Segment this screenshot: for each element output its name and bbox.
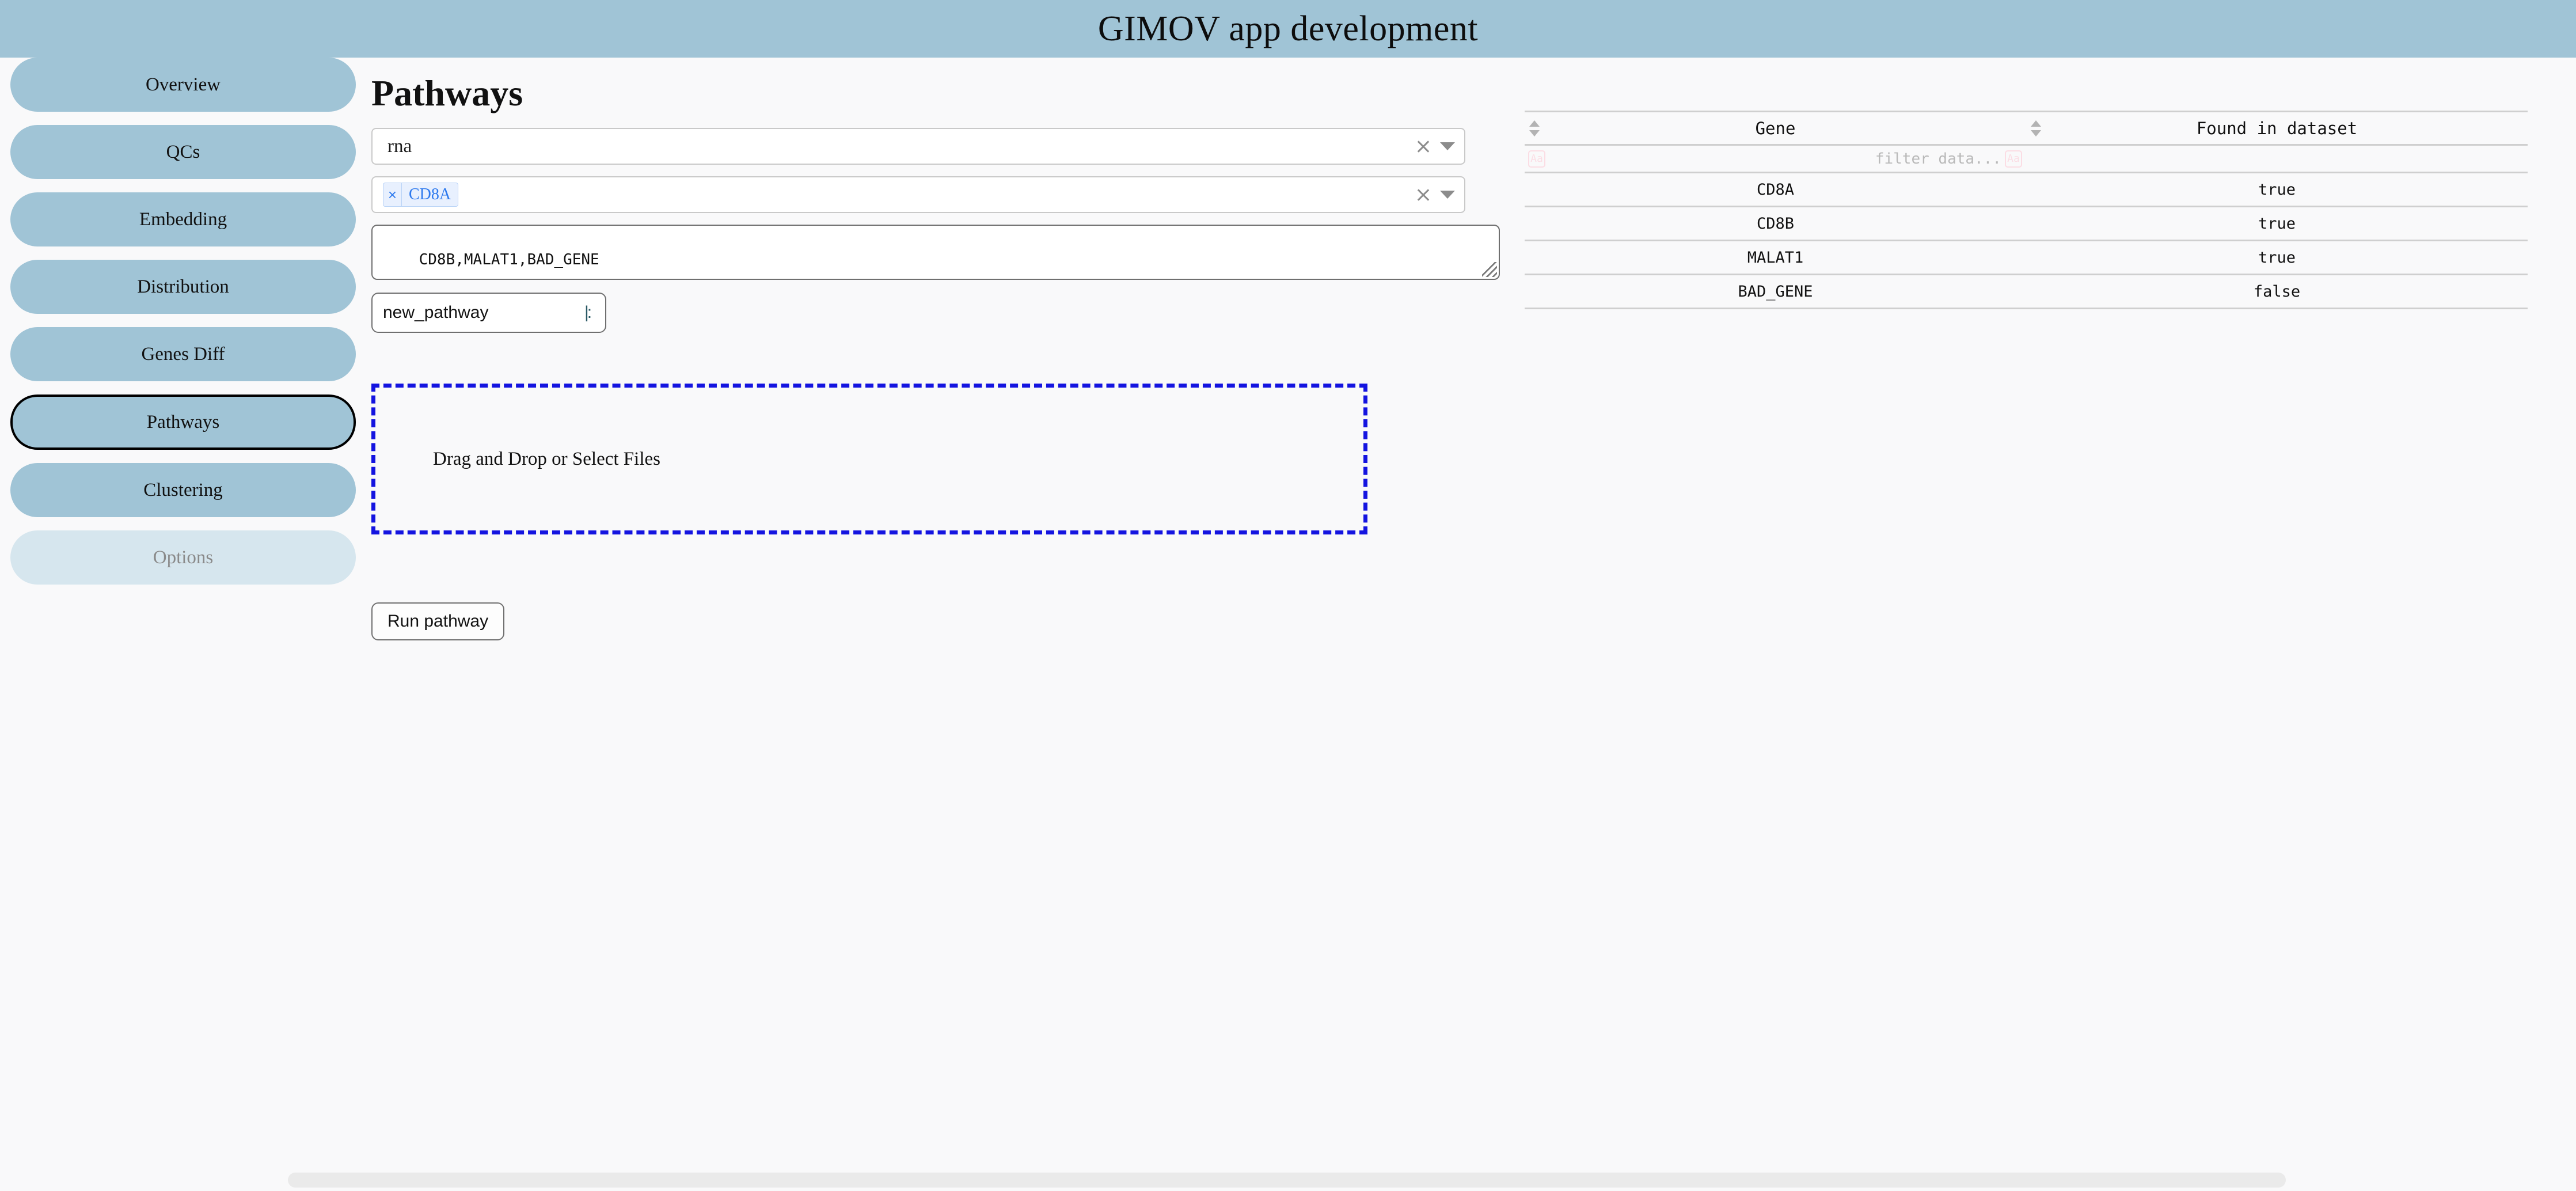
sidebar-item-distribution[interactable]: Distribution	[10, 260, 356, 314]
main-panel: Pathways rna × CD8A CD8B,MALAT1,BAD_GENE…	[371, 63, 1517, 640]
gene-token[interactable]: × CD8A	[383, 183, 459, 207]
cell-found: true	[2026, 206, 2528, 241]
filter-placeholder-gene: filter data...	[1875, 150, 2001, 168]
close-icon[interactable]: ×	[383, 183, 402, 206]
app-title: GIMOV app development	[1097, 9, 1479, 48]
run-pathway-button[interactable]: Run pathway	[371, 602, 505, 640]
sidebar-item-overview[interactable]: Overview	[10, 58, 356, 112]
pathway-name-value: new_pathway	[383, 303, 489, 322]
sidebar-item-pathways[interactable]: Pathways	[10, 395, 356, 450]
sidebar-nav: Overview QCs Embedding Distribution Gene…	[10, 58, 356, 598]
table-head: Gene Found in dataset Aa filter data... …	[1525, 111, 2528, 173]
cell-found: false	[2026, 274, 2528, 309]
column-header-found-label: Found in dataset	[2196, 118, 2358, 138]
sort-icon[interactable]	[2031, 120, 2041, 137]
sidebar-item-genes-diff[interactable]: Genes Diff	[10, 327, 356, 381]
cell-found: true	[2026, 240, 2528, 275]
pathway-name-input[interactable]: new_pathway |:	[371, 293, 606, 333]
filter-input-found[interactable]	[2027, 146, 2527, 171]
genes-multiselect-actions	[1416, 177, 1455, 212]
genes-textarea-value: CD8B,MALAT1,BAD_GENE	[419, 251, 599, 268]
horizontal-scrollbar-thumb[interactable]	[288, 1173, 2286, 1188]
modality-select-actions	[1416, 129, 1455, 164]
close-icon[interactable]	[1416, 139, 1431, 154]
page-title: Pathways	[371, 73, 523, 113]
table-header-row: Gene Found in dataset	[1525, 111, 2528, 146]
close-icon[interactable]	[1416, 187, 1431, 202]
chevron-down-icon[interactable]	[1440, 142, 1455, 150]
cell-gene: CD8A	[1525, 172, 2026, 207]
gene-token-label: CD8A	[409, 185, 451, 203]
sidebar-item-options: Options	[10, 530, 356, 585]
column-header-gene[interactable]: Gene	[1525, 111, 2026, 146]
table-row[interactable]: CD8B true	[1525, 206, 2528, 241]
app-header: GIMOV app development	[0, 0, 2576, 58]
filter-cell-gene[interactable]: Aa filter data... Aa	[1525, 145, 2026, 173]
sidebar-item-qcs[interactable]: QCs	[10, 125, 356, 179]
sidebar-item-clustering[interactable]: Clustering	[10, 463, 356, 517]
file-dropzone[interactable]: Drag and Drop or Select Files	[371, 384, 1367, 534]
cell-found: true	[2026, 172, 2528, 207]
column-header-gene-label: Gene	[1755, 118, 1796, 138]
modality-select[interactable]: rna	[371, 128, 1465, 165]
sort-icon[interactable]	[1529, 120, 1540, 137]
table-row[interactable]: MALAT1 true	[1525, 240, 2528, 275]
chevron-down-icon[interactable]	[1440, 191, 1455, 199]
case-sensitivity-icon[interactable]: Aa	[1528, 150, 1545, 168]
table-row[interactable]: CD8A true	[1525, 172, 2528, 207]
horizontal-scrollbar[interactable]	[0, 1168, 2576, 1191]
genes-textarea[interactable]: CD8B,MALAT1,BAD_GENE	[371, 225, 1500, 280]
table-row[interactable]: BAD_GENE false	[1525, 274, 2528, 309]
gene-results-table: Gene Found in dataset Aa filter data... …	[1525, 111, 2528, 309]
modality-select-value: rna	[387, 135, 412, 157]
resize-handle-icon[interactable]	[1482, 262, 1497, 277]
case-sensitivity-icon[interactable]: Aa	[2005, 150, 2022, 168]
table-body: CD8A true CD8B true MALAT1 true BAD_GENE…	[1525, 172, 2528, 309]
filter-input-gene[interactable]: filter data... Aa	[1525, 146, 2026, 171]
file-dropzone-label: Drag and Drop or Select Files	[433, 448, 660, 469]
cell-gene: MALAT1	[1525, 240, 2026, 275]
genes-multiselect[interactable]: × CD8A	[371, 176, 1465, 213]
filter-cell-found[interactable]	[2026, 145, 2528, 173]
text-cursor-icon: |:	[584, 303, 592, 322]
sidebar-item-embedding[interactable]: Embedding	[10, 192, 356, 246]
column-header-found-in-dataset[interactable]: Found in dataset	[2026, 111, 2528, 146]
cell-gene: BAD_GENE	[1525, 274, 2026, 309]
table-filter-row: Aa filter data... Aa	[1525, 145, 2528, 173]
cell-gene: CD8B	[1525, 206, 2026, 241]
